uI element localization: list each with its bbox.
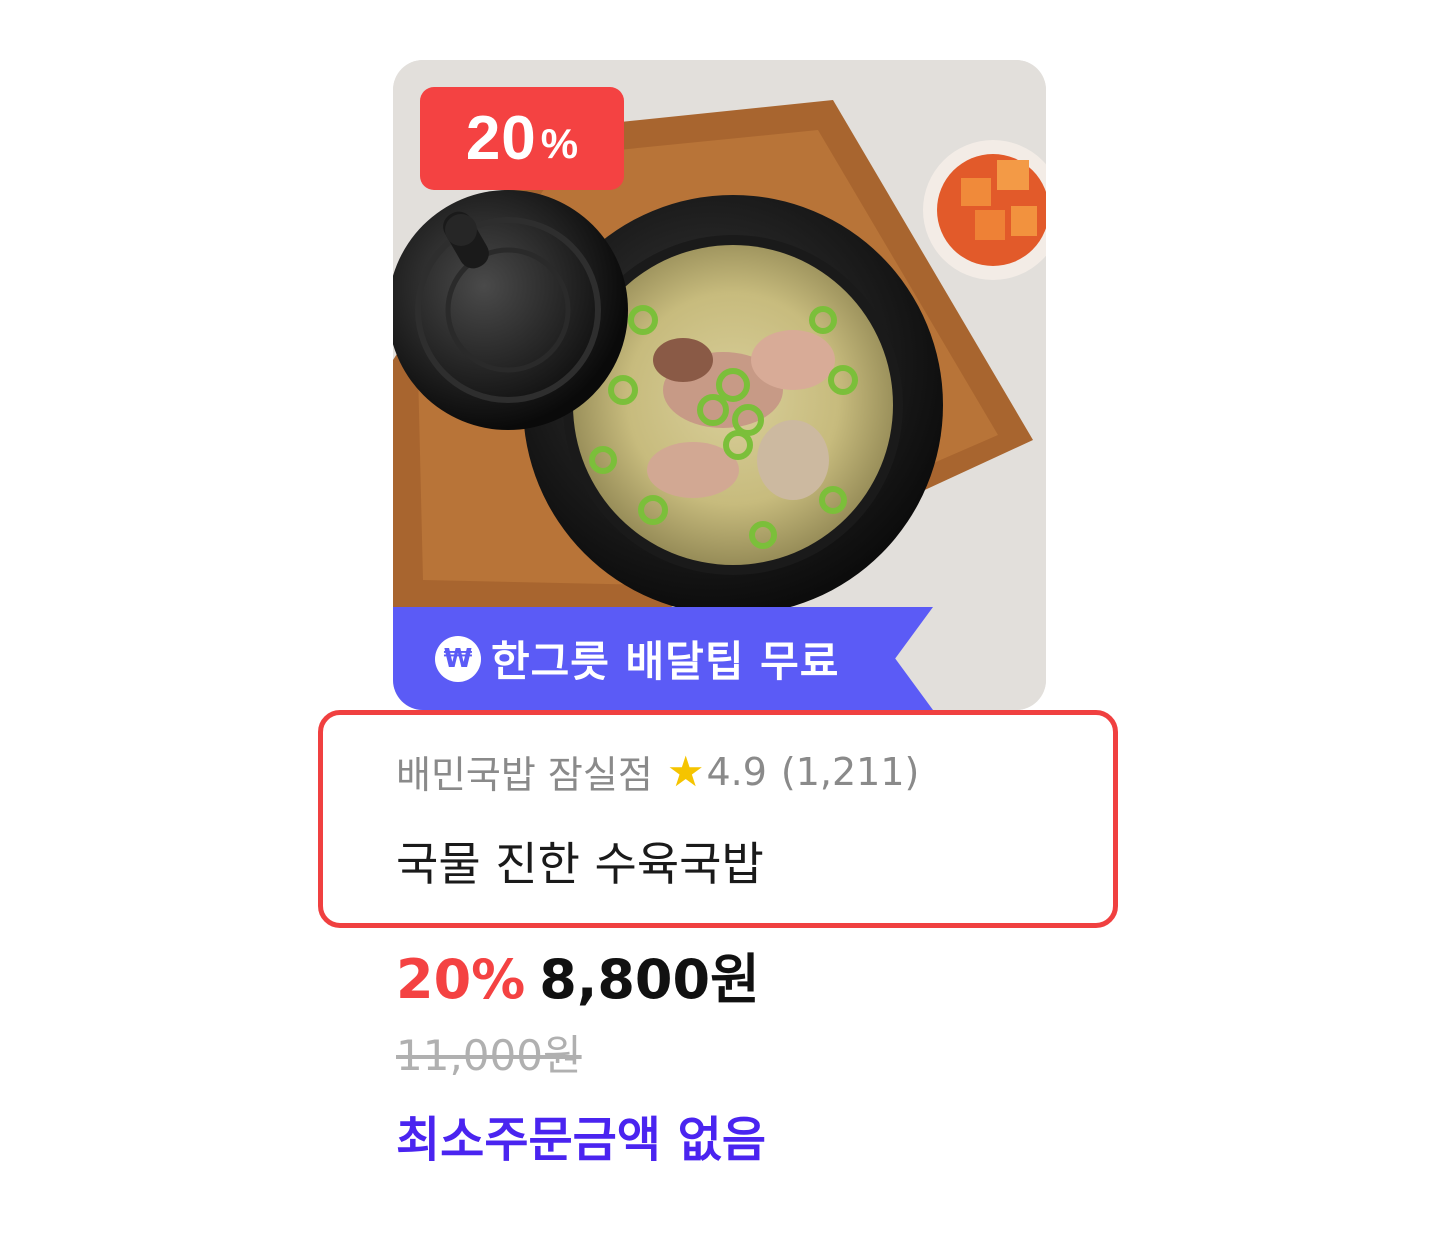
star-icon: ★ (666, 747, 705, 796)
sale-price: 8,800원 (539, 948, 760, 1011)
discount-badge-number: 20 (465, 104, 537, 173)
review-count: (1,211) (780, 749, 920, 794)
free-delivery-tip-ribbon: ₩ 한그릇 배달팁 무료 (393, 607, 933, 710)
discount-percent: 20% (396, 948, 526, 1011)
store-info: 배민국밥 잠실점 ★ 4.9 (1,211) (396, 744, 919, 799)
menu-name: 국물 진한 수육국밥 (396, 837, 764, 891)
menu-item-card[interactable]: 20 % ₩ 한그릇 배달팁 무료 배민국밥 잠실점 ★ 4.9 (1,211)… (0, 0, 1440, 1237)
store-name: 배민국밥 잠실점 (396, 753, 653, 797)
price-line: 20% 8,800원 (396, 935, 760, 1014)
rating-value: 4.9 (706, 749, 767, 794)
discount-badge-percent: % (540, 119, 579, 167)
won-coin-icon: ₩ (435, 635, 481, 682)
discount-badge: 20 % (420, 87, 624, 190)
original-price: 11,000원 (396, 1031, 582, 1080)
free-delivery-tip-label: 한그릇 배달팁 무료 (491, 637, 840, 686)
highlight-box (318, 710, 1118, 928)
min-order-amount: 최소주문금액 없음 (396, 1112, 766, 1168)
